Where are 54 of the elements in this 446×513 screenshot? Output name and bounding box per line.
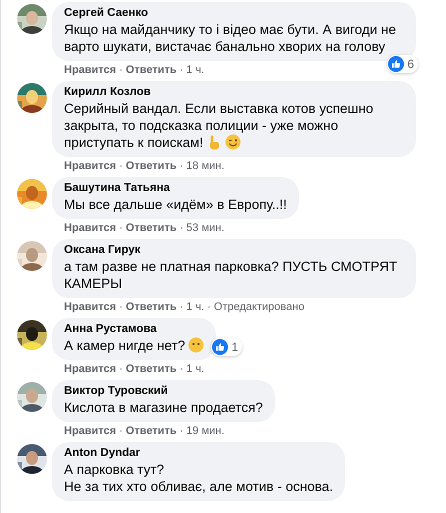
- like-link[interactable]: Нравится: [64, 363, 116, 375]
- timestamp[interactable]: 1 ч.: [186, 64, 204, 76]
- separator-dot: ·: [180, 301, 184, 313]
- timestamp[interactable]: 18 мин.: [186, 160, 224, 172]
- like-link[interactable]: Нравится: [64, 301, 116, 313]
- separator-dot: ·: [180, 160, 184, 172]
- face-icon: [188, 337, 204, 353]
- timestamp[interactable]: 1 ч.: [186, 301, 204, 313]
- author-name[interactable]: Анна Рустамова: [64, 322, 204, 337]
- like-link[interactable]: Нравится: [64, 64, 116, 76]
- author-name[interactable]: Anton Dyndar: [64, 446, 334, 461]
- like-link[interactable]: Нравится: [64, 425, 116, 437]
- author-name[interactable]: Сергей Саенко: [64, 6, 404, 21]
- separator-dot: ·: [119, 222, 123, 234]
- timestamp[interactable]: 1 ч.: [186, 363, 204, 375]
- like-link[interactable]: Нравится: [64, 222, 116, 234]
- author-name[interactable]: Оксана Гирук: [64, 243, 404, 258]
- comment-text: Якщо на майданчику то і відео має бути. А вигоди не варто шукати, вистачає банально хворих на голову: [64, 21, 398, 55]
- separator-dot: ·: [180, 64, 184, 76]
- reply-link[interactable]: Ответить: [126, 363, 177, 375]
- comment-text: А камер нигде нет?: [64, 337, 204, 354]
- like-link[interactable]: Нравится: [64, 160, 116, 172]
- reaction-count: 1: [231, 339, 238, 355]
- author-name[interactable]: Виктор Туровский: [64, 384, 263, 399]
- separator-dot: ·: [119, 363, 123, 375]
- separator-dot: ·: [180, 425, 184, 437]
- separator-dot: ·: [207, 301, 211, 313]
- comment-text: Кислота в магазине продается?: [64, 399, 263, 416]
- reply-link[interactable]: Ответить: [126, 222, 177, 234]
- separator-dot: ·: [180, 363, 184, 375]
- comment-text: Мы все дальше «идём» в Европу..!!: [64, 196, 287, 213]
- reply-link[interactable]: Ответить: [126, 160, 177, 172]
- comment-text: А парковка тут? Не за тих хто обливає, але мотив - основа.: [64, 461, 334, 495]
- reaction-badge[interactable]: 6: [387, 55, 418, 73]
- timestamp[interactable]: 19 мин.: [186, 425, 224, 437]
- separator-dot: ·: [119, 64, 123, 76]
- comment-text: Серийный вандал. Если выставка котов успешно закрыта, то подсказка полиции - уже можно приступать к поискам!: [64, 100, 374, 151]
- reply-link[interactable]: Ответить: [126, 301, 177, 313]
- like-icon: [212, 339, 228, 355]
- author-name[interactable]: Кирилл Козлов: [64, 85, 404, 100]
- timestamp[interactable]: 53 мин.: [186, 222, 224, 234]
- separator-dot: ·: [119, 301, 123, 313]
- separator-dot: ·: [119, 160, 123, 172]
- reaction-badge[interactable]: 1: [211, 338, 242, 356]
- comment-text: а там разве не платная парковка? ПУСТЬ СМОТРЯТ КАМЕРЫ: [64, 258, 398, 292]
- winking-face-icon: [225, 134, 242, 150]
- edited-label: Отредактировано: [214, 301, 304, 313]
- reply-link[interactable]: Ответить: [126, 425, 177, 437]
- separator-dot: ·: [119, 425, 123, 437]
- author-name[interactable]: Башутина Татьяна: [64, 181, 287, 196]
- like-icon: [388, 56, 404, 72]
- separator-dot: ·: [180, 222, 184, 234]
- reaction-count: 6: [407, 56, 414, 72]
- reply-link[interactable]: Ответить: [126, 64, 177, 76]
